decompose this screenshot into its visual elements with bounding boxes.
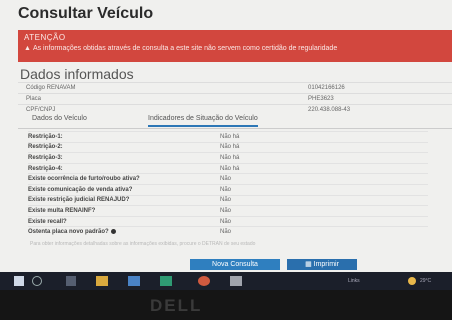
status-answer: Não: [220, 194, 428, 206]
monitor-bezel: [0, 290, 452, 320]
table-row: Existe ocorrência de furto/roubo ativa? N…: [28, 173, 428, 185]
table-row: Ostenta placa novo padrão? Não: [28, 226, 428, 237]
page-title: Consultar Veículo: [18, 5, 154, 22]
info-icon[interactable]: [110, 229, 116, 235]
warning-icon: ▲: [24, 45, 31, 52]
status-answer: Não: [220, 205, 428, 217]
tray-links[interactable]: Links: [348, 278, 360, 284]
section-title: Dados informados: [20, 66, 134, 82]
table-row: Existe recall? Não: [28, 215, 428, 227]
footnote: Para obter informações detalhadas sobre …: [30, 241, 256, 247]
start-icon[interactable]: [14, 276, 24, 286]
status-question: Existe ocorrência de furto/roubo ativa?: [28, 173, 220, 185]
row-label: Placa: [18, 93, 109, 105]
task-view-icon[interactable]: [66, 276, 76, 286]
alert-message-line: ▲ As informações obtidas através de consu…: [24, 45, 446, 53]
search-icon[interactable]: [32, 276, 42, 286]
row-value: 01042166126: [108, 82, 452, 94]
status-answer: Não: [220, 226, 428, 237]
status-question: Existe multa RENAINF?: [28, 205, 220, 217]
table-row: Restrição-1: Não há: [28, 131, 428, 143]
table-row: Existe comunicação de venda ativa? Não: [28, 183, 428, 196]
table-row: Existe restrição judicial RENAJUD? Não: [28, 194, 428, 206]
browser-app-icon[interactable]: [160, 276, 172, 286]
status-answer: Não há: [220, 131, 428, 143]
alert-message: As informações obtidas através de consul…: [32, 45, 338, 52]
temperature-text: 29°C: [420, 278, 432, 284]
status-question: Restrição-4:: [28, 162, 220, 174]
row-label: Código RENAVAM: [18, 82, 109, 94]
chrome-icon[interactable]: [198, 276, 210, 286]
tab-vehicle-data[interactable]: Dados do Veículo: [32, 115, 87, 122]
status-answer: Não há: [220, 152, 428, 164]
alert-title: ATENÇÃO: [24, 33, 66, 42]
warning-alert: ATENÇÃO ▲ As informações obtidas através …: [18, 30, 452, 62]
print-button[interactable]: ▦ Imprimir: [287, 259, 357, 270]
status-answer: Não: [220, 173, 428, 185]
status-answer: Não há: [220, 141, 428, 153]
tab-bar: Dados do Veículo Indicadores de Situação…: [18, 112, 452, 129]
informed-data-table: Código RENAVAM 01042166126 Placa PHE3623…: [18, 82, 452, 115]
store-icon[interactable]: [128, 276, 140, 286]
file-explorer-icon[interactable]: [96, 276, 108, 286]
weather-icon[interactable]: [408, 277, 416, 285]
status-answer: Não: [220, 215, 428, 227]
status-question: Existe restrição judicial RENAJUD?: [28, 194, 220, 206]
status-question-cell: Ostenta placa novo padrão?: [28, 226, 220, 237]
windows-taskbar: Links 29°C: [0, 272, 452, 290]
status-question: Restrição-2:: [28, 141, 220, 153]
browser-viewport: Consultar Veículo ATENÇÃO ▲ As informaçõe…: [0, 0, 452, 272]
app-icon[interactable]: [230, 276, 242, 286]
table-row: Código RENAVAM 01042166126: [18, 82, 452, 94]
monitor-logo: DELL: [150, 296, 203, 315]
table-row: Restrição-3: Não há: [28, 152, 428, 164]
status-question: Restrição-3:: [28, 152, 220, 164]
table-row: Restrição-4: Não há: [28, 162, 428, 174]
new-query-button[interactable]: Nova Consulta: [190, 259, 280, 270]
status-question: Restrição-1:: [28, 131, 220, 143]
print-icon: ▦: [305, 261, 314, 268]
print-button-label: Imprimir: [313, 261, 339, 268]
status-indicators-table: Restrição-1: Não há Restrição-2: Não há Re…: [28, 131, 428, 237]
status-question: Ostenta placa novo padrão?: [28, 229, 109, 236]
table-row: Existe multa RENAINF? Não: [28, 205, 428, 217]
table-row: Placa PHE3623: [18, 93, 452, 105]
status-answer: Não: [220, 183, 428, 196]
status-answer: Não há: [220, 162, 428, 174]
row-value: PHE3623: [108, 93, 452, 105]
table-row: Restrição-2: Não há: [28, 141, 428, 153]
tab-status-indicators[interactable]: Indicadores de Situação do Veículo: [148, 115, 258, 127]
status-question: Existe recall?: [28, 215, 220, 227]
status-question: Existe comunicação de venda ativa?: [28, 183, 220, 196]
